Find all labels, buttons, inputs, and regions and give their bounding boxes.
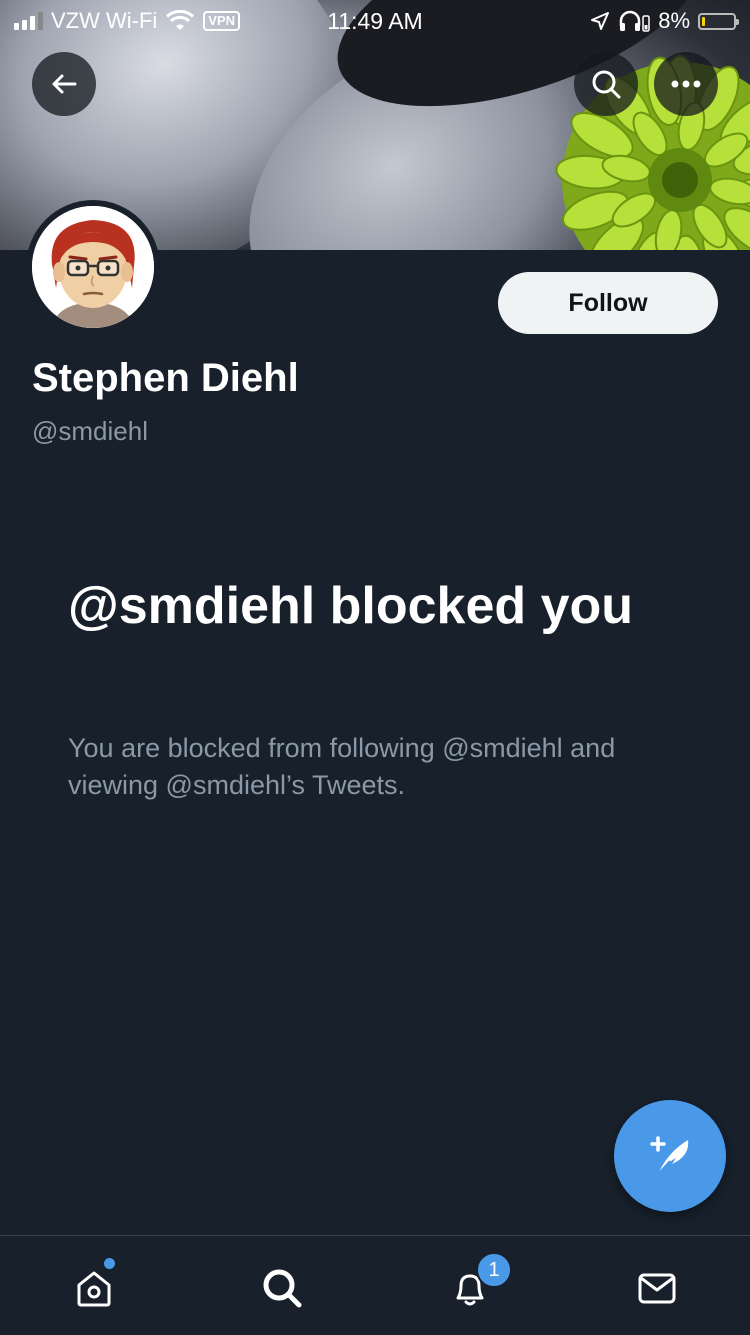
status-bar: VZW Wi-Fi VPN 11:49 AM 8% (0, 0, 750, 40)
battery-fill (702, 16, 705, 26)
tab-messages[interactable] (627, 1258, 687, 1318)
battery-icon (698, 12, 739, 30)
compose-tweet-button[interactable] (614, 1100, 726, 1212)
bottom-tab-bar: 1 (0, 1235, 750, 1335)
tab-notifications[interactable]: 1 (440, 1252, 512, 1318)
headphones-icon (619, 10, 650, 32)
back-button[interactable] (32, 52, 96, 116)
more-button[interactable] (654, 52, 718, 116)
search-icon (263, 1269, 302, 1308)
compose-feather-icon (650, 1136, 689, 1175)
home-new-dot (104, 1258, 115, 1269)
location-icon (591, 12, 610, 30)
more-horizontal-icon (671, 80, 701, 88)
banner-flower (555, 55, 750, 250)
search-icon (592, 70, 621, 99)
search-button[interactable] (574, 52, 638, 116)
arrow-left-icon (52, 74, 77, 94)
avatar[interactable] (26, 200, 160, 334)
blocked-title: @smdiehl blocked you (68, 577, 634, 635)
blocked-description: You are blocked from following @smdiehl … (68, 733, 616, 800)
mail-icon (638, 1273, 676, 1304)
display-name: Stephen Diehl (32, 356, 299, 400)
avatar-illustration (32, 206, 154, 328)
status-right: 8% (590, 8, 739, 34)
battery-percent: 8% (658, 8, 690, 33)
notifications-badge: 1 (476, 1252, 512, 1288)
follow-button[interactable]: Follow (498, 272, 718, 334)
handle: @smdiehl (32, 416, 148, 446)
tab-search[interactable] (252, 1258, 312, 1318)
home-icon (77, 1271, 111, 1307)
tab-home[interactable] (64, 1258, 124, 1318)
